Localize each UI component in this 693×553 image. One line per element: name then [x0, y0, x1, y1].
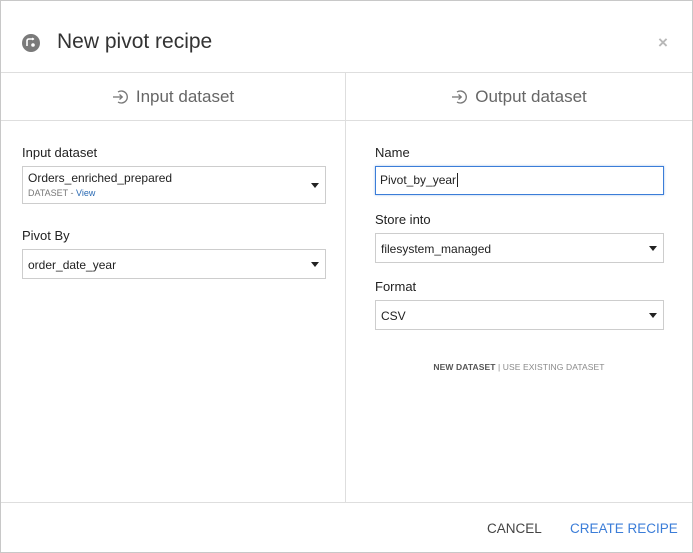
- chevron-down-icon: [311, 262, 319, 267]
- new-dataset-option[interactable]: NEW DATASET: [433, 362, 495, 372]
- arrow-in-circle-icon: [452, 90, 468, 104]
- output-column-header: Output dataset: [346, 73, 692, 121]
- input-dataset-value: Orders_enriched_prepared: [28, 171, 173, 185]
- store-into-label: Store into: [375, 212, 431, 227]
- format-label: Format: [375, 279, 417, 294]
- output-name-input[interactable]: Pivot_by_year: [375, 166, 664, 195]
- view-dataset-link[interactable]: View: [76, 188, 95, 198]
- input-column-title: Input dataset: [135, 87, 235, 106]
- output-column: Name Pivot_by_year Store into filesystem…: [346, 121, 692, 502]
- input-dataset-label: Input dataset: [22, 145, 98, 160]
- name-label: Name: [375, 145, 410, 160]
- chevron-down-icon: [649, 313, 657, 318]
- text-cursor: [457, 173, 459, 187]
- dialog-title: New pivot recipe: [57, 30, 213, 53]
- dataset-mode-toggle: NEW DATASET | USE EXISTING DATASET: [433, 362, 605, 372]
- format-value: CSV: [381, 309, 406, 323]
- new-pivot-recipe-dialog: New pivot recipe × Input dataset Output …: [0, 0, 693, 553]
- store-into-value: filesystem_managed: [381, 242, 492, 256]
- create-recipe-button[interactable]: CREATE RECIPE: [570, 521, 678, 536]
- chevron-down-icon: [649, 246, 657, 251]
- dataset-type: DATASET: [28, 188, 69, 198]
- use-existing-dataset-option[interactable]: USE EXISTING DATASET: [503, 362, 605, 372]
- input-dataset-meta: DATASET - View: [28, 188, 96, 198]
- input-column-header: Input dataset: [1, 73, 346, 121]
- cancel-button[interactable]: CANCEL: [487, 521, 542, 536]
- chevron-down-icon: [311, 183, 319, 188]
- input-column: Input dataset Orders_enriched_prepared D…: [1, 121, 346, 502]
- dialog-header: New pivot recipe ×: [1, 1, 692, 73]
- pivot-by-label: Pivot By: [22, 228, 70, 243]
- pivot-by-value: order_date_year: [28, 258, 117, 272]
- arrow-in-circle-icon: [112, 90, 128, 104]
- pivot-recipe-icon: [22, 34, 40, 52]
- output-column-title: Output dataset: [475, 87, 587, 106]
- input-dataset-select[interactable]: Orders_enriched_prepared DATASET - View: [22, 166, 326, 204]
- store-into-select[interactable]: filesystem_managed: [375, 233, 664, 263]
- dialog-footer: CANCEL CREATE RECIPE: [1, 502, 692, 552]
- output-name-value: Pivot_by_year: [380, 173, 457, 187]
- close-icon[interactable]: ×: [658, 33, 668, 53]
- pivot-by-select[interactable]: order_date_year: [22, 249, 326, 279]
- format-select[interactable]: CSV: [375, 300, 664, 330]
